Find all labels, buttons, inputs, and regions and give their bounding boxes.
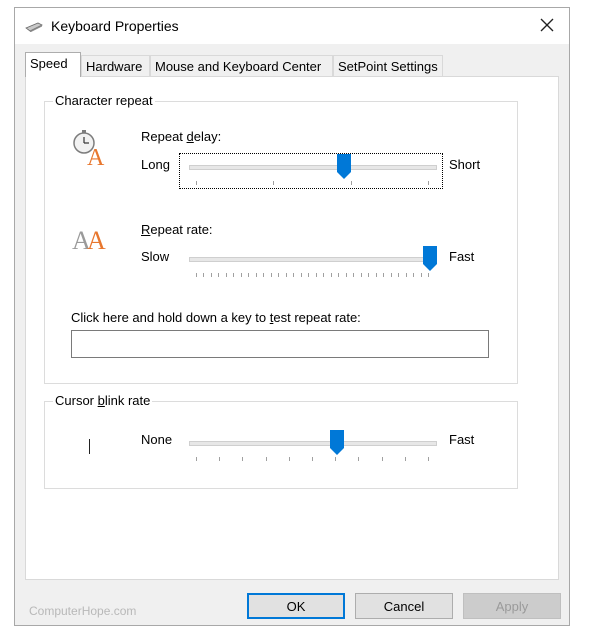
slider-tick xyxy=(219,457,221,461)
speed-panel: Character repeat A Repeat delay: Long Sh… xyxy=(25,76,559,580)
slider-tick xyxy=(338,273,340,277)
slider-tick xyxy=(428,181,429,185)
cursor-blink-max-label: Fast xyxy=(449,432,475,447)
slider-tick xyxy=(248,273,250,277)
slider-tick xyxy=(240,273,242,277)
watermark: ComputerHope.com xyxy=(29,604,137,618)
tab-speed-label: Speed xyxy=(30,56,68,71)
repeat-rate-track xyxy=(189,257,437,262)
cursor-blink-track xyxy=(189,441,437,446)
slider-tick xyxy=(263,273,265,277)
tab-hardware[interactable]: Hardware xyxy=(81,55,150,76)
slider-tick xyxy=(375,273,377,277)
tab-speed[interactable]: Speed xyxy=(25,52,81,77)
test-repeat-rate-input[interactable] xyxy=(71,330,489,358)
slider-tick xyxy=(300,273,302,277)
slider-tick xyxy=(225,273,227,277)
repeat-rate-label: Repeat rate: xyxy=(141,222,213,237)
cursor-blink-min-label: None xyxy=(141,432,173,447)
slider-tick xyxy=(196,273,197,277)
slider-tick xyxy=(242,457,244,461)
title-bar: Keyboard Properties xyxy=(15,8,569,44)
slider-tick xyxy=(398,273,400,277)
slider-tick xyxy=(350,181,352,185)
slider-tick xyxy=(285,273,287,277)
apply-button[interactable]: Apply xyxy=(463,593,561,619)
slider-tick xyxy=(358,457,360,461)
repeat-delay-max-label: Short xyxy=(449,157,481,172)
slider-tick xyxy=(330,273,332,277)
repeat-delay-min-label: Long xyxy=(141,157,170,172)
slider-tick xyxy=(312,457,313,461)
slider-tick xyxy=(293,273,295,277)
keyboard-properties-window: Keyboard Properties Speed Hardware Mouse… xyxy=(14,7,570,626)
repeat-delay-ticks xyxy=(196,181,429,187)
cursor-blink-ticks xyxy=(196,457,429,463)
window-title: Keyboard Properties xyxy=(51,18,179,34)
svg-text:A: A xyxy=(87,226,106,254)
slider-tick xyxy=(203,273,205,277)
slider-tick xyxy=(308,273,310,277)
slider-tick xyxy=(218,273,220,277)
repeat-delay-thumb[interactable] xyxy=(336,154,351,180)
slider-tick xyxy=(390,273,392,277)
repeat-delay-track xyxy=(189,165,437,170)
slider-tick xyxy=(315,273,317,277)
test-repeat-rate-label: Click here and hold down a key to test r… xyxy=(71,310,361,325)
slider-tick xyxy=(278,273,280,277)
repeat-rate-max-label: Fast xyxy=(449,249,475,264)
slider-tick xyxy=(420,273,422,277)
slider-tick xyxy=(353,273,355,277)
slider-tick xyxy=(210,273,212,277)
slider-tick xyxy=(270,273,272,277)
cursor-preview xyxy=(89,439,90,454)
slider-tick xyxy=(335,457,337,461)
svg-text:A: A xyxy=(87,145,105,168)
tab-mouse-keyboard-center[interactable]: Mouse and Keyboard Center xyxy=(150,55,333,76)
slider-tick xyxy=(405,273,407,277)
slider-tick xyxy=(428,273,429,277)
repeat-delay-icon: A xyxy=(73,130,105,168)
tab-mouse-keyboard-center-label: Mouse and Keyboard Center xyxy=(155,59,322,74)
slider-tick xyxy=(381,457,383,461)
slider-tick xyxy=(360,273,362,277)
tab-hardware-label: Hardware xyxy=(86,59,143,74)
tab-setpoint-settings-label: SetPoint Settings xyxy=(338,59,438,74)
slider-tick xyxy=(265,457,267,461)
slider-tick xyxy=(413,273,415,277)
close-icon[interactable] xyxy=(539,17,555,33)
repeat-delay-label: Repeat delay: xyxy=(141,129,222,144)
slider-tick xyxy=(345,273,347,277)
slider-tick xyxy=(288,457,290,461)
slider-tick xyxy=(196,181,197,185)
ok-button[interactable]: OK xyxy=(247,593,345,619)
slider-tick xyxy=(273,181,275,185)
repeat-rate-min-label: Slow xyxy=(141,249,170,264)
cursor-blink-group-label: Cursor blink rate xyxy=(53,393,153,408)
cursor-blink-group: Cursor blink rate None Fast xyxy=(44,393,518,489)
slider-tick xyxy=(368,273,370,277)
slider-tick xyxy=(428,457,429,461)
repeat-rate-thumb[interactable] xyxy=(423,246,438,272)
slider-tick xyxy=(233,273,235,277)
repeat-rate-icon: A A xyxy=(72,226,106,254)
slider-tick xyxy=(323,273,325,277)
repeat-rate-ticks xyxy=(196,273,429,279)
keyboard-icon xyxy=(25,22,43,32)
character-repeat-group-label: Character repeat xyxy=(53,93,155,108)
slider-tick xyxy=(404,457,406,461)
character-repeat-group: Character repeat A Repeat delay: Long Sh… xyxy=(44,93,518,384)
tab-setpoint-settings[interactable]: SetPoint Settings xyxy=(333,55,443,76)
cancel-button[interactable]: Cancel xyxy=(355,593,453,619)
slider-tick xyxy=(196,457,197,461)
slider-tick xyxy=(255,273,257,277)
slider-tick xyxy=(383,273,385,277)
cursor-blink-thumb[interactable] xyxy=(329,430,344,456)
